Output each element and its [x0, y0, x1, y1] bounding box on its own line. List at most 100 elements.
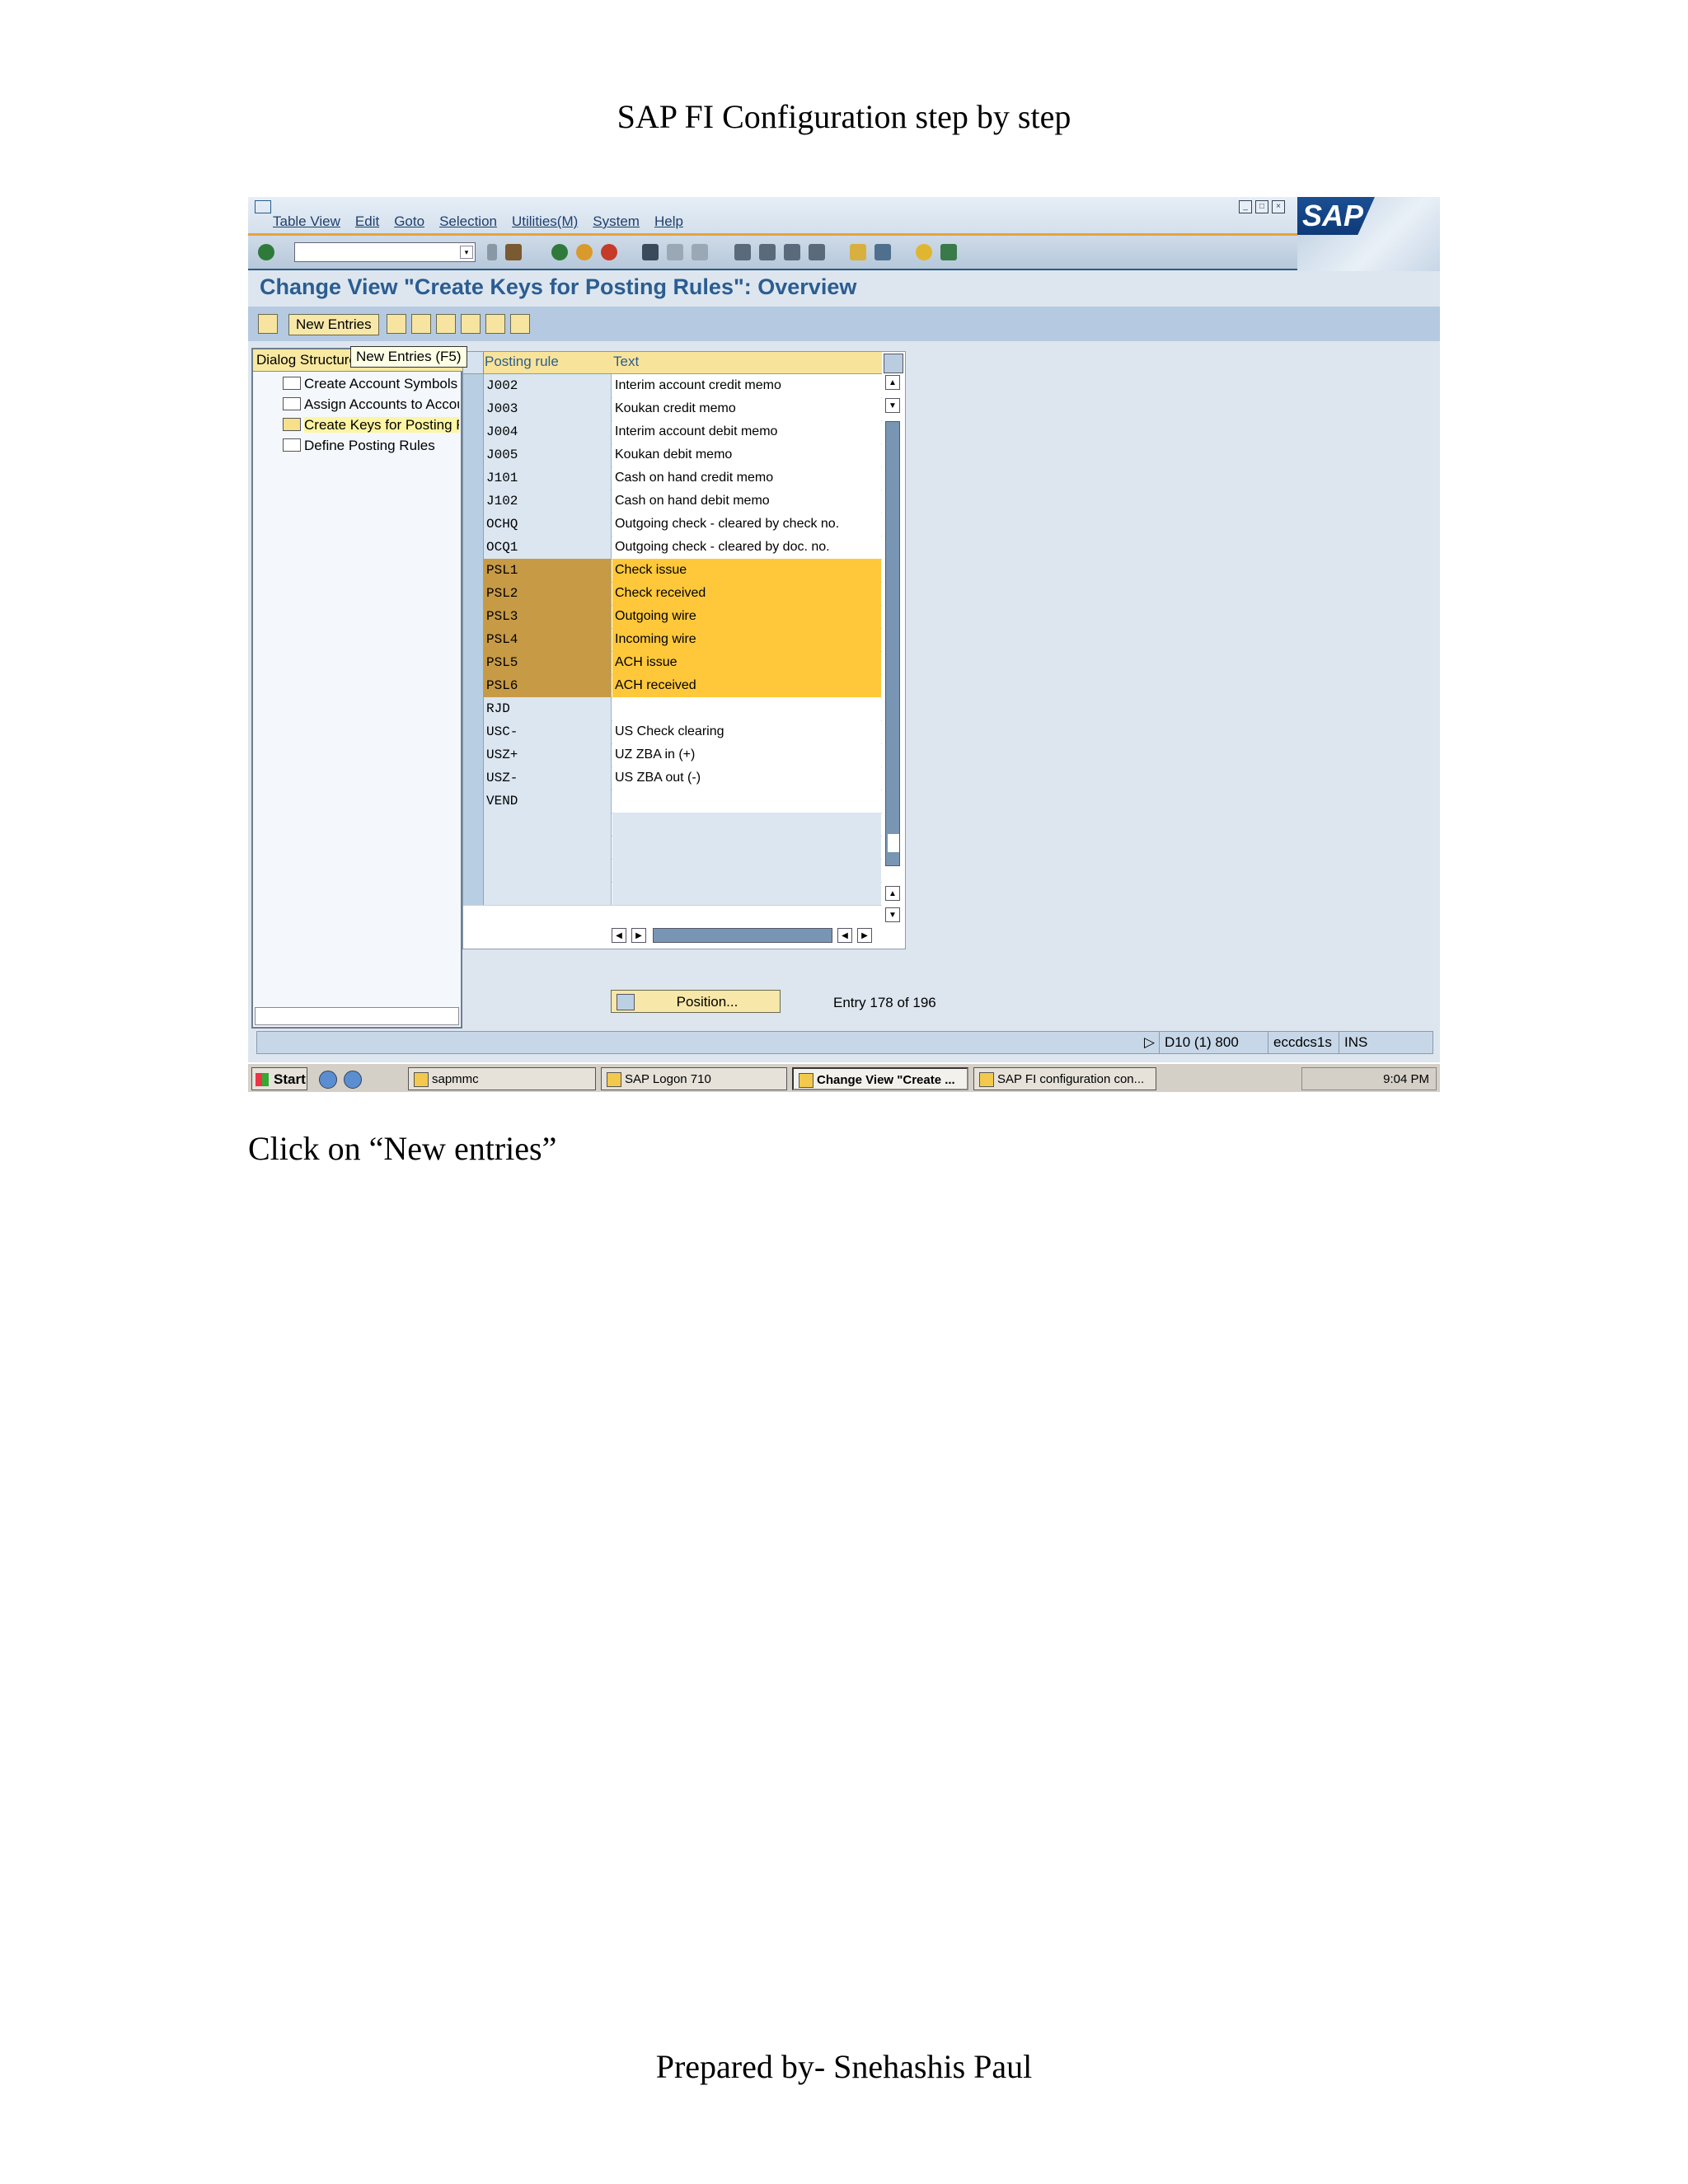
empty-table-row[interactable] [463, 836, 882, 860]
tree-item[interactable]: Create Keys for Posting Rules [283, 417, 459, 434]
undo-change-icon[interactable] [436, 314, 456, 334]
table-row[interactable]: J003 Koukan credit memo [463, 397, 882, 421]
row-selector[interactable] [463, 443, 484, 466]
cell-text[interactable]: Check issue [612, 559, 881, 582]
cell-posting-rule[interactable]: PSL4 [484, 628, 612, 651]
new-entries-button[interactable]: New Entries [288, 314, 379, 335]
scroll-left-end-icon[interactable]: ◀ [837, 928, 852, 943]
scroll-up-icon[interactable]: ▲ [885, 375, 900, 390]
cell-text[interactable]: US ZBA out (-) [612, 766, 881, 790]
next-page-icon[interactable] [784, 244, 800, 260]
exit-icon[interactable] [576, 244, 593, 260]
select-block-icon[interactable] [485, 314, 505, 334]
cell-text[interactable]: Cash on hand debit memo [612, 490, 881, 513]
menu-item-table-view[interactable]: Table View [273, 213, 340, 230]
row-selector[interactable] [463, 859, 484, 882]
previous-page-icon[interactable] [759, 244, 776, 260]
scroll-down-icon[interactable]: ▼ [885, 907, 900, 922]
position-button[interactable]: Position... [611, 990, 781, 1013]
cell-posting-rule[interactable]: PSL1 [484, 559, 612, 582]
cell-posting-rule[interactable]: USZ+ [484, 743, 612, 766]
find-next-icon[interactable] [692, 244, 708, 260]
taskbar-task[interactable]: SAP FI configuration con... [973, 1067, 1156, 1090]
table-row[interactable]: PSL5 ACH issue [463, 651, 882, 675]
cell-text[interactable]: Outgoing check - cleared by doc. no. [612, 536, 881, 559]
row-selector[interactable] [463, 651, 484, 674]
show-desktop-icon[interactable] [319, 1071, 337, 1089]
menu-item-system[interactable]: System [593, 213, 640, 230]
scroll-right-end-icon[interactable]: ▶ [857, 928, 872, 943]
table-row[interactable]: USZ+ UZ ZBA in (+) [463, 743, 882, 767]
back-arrow-icon[interactable] [487, 244, 497, 260]
row-selector[interactable] [463, 513, 484, 536]
scroll-left-icon[interactable]: ◀ [612, 928, 626, 943]
cell-posting-rule[interactable]: USZ- [484, 766, 612, 790]
status-expand-icon[interactable]: ▷ [1139, 1032, 1160, 1053]
internet-explorer-icon[interactable] [344, 1071, 362, 1089]
cell-posting-rule[interactable]: J005 [484, 443, 612, 466]
row-selector[interactable] [463, 628, 484, 651]
cell-text[interactable]: Outgoing wire [612, 605, 881, 628]
menu-item-selection[interactable]: Selection [439, 213, 497, 230]
save-icon[interactable] [505, 244, 522, 260]
cell-text[interactable]: Incoming wire [612, 628, 881, 651]
cell-posting-rule[interactable]: PSL6 [484, 674, 612, 697]
row-selector[interactable] [463, 720, 484, 743]
cell-text[interactable] [612, 813, 881, 836]
find-icon[interactable] [667, 244, 683, 260]
table-vertical-scrollbar[interactable]: ▲ ▼ ▲ ▼ [884, 375, 902, 922]
menu-item-help[interactable]: Help [654, 213, 683, 230]
table-row[interactable]: J005 Koukan debit memo [463, 443, 882, 467]
table-row[interactable]: PSL6 ACH received [463, 674, 882, 698]
cell-text[interactable]: Interim account debit memo [612, 420, 881, 443]
command-field[interactable]: ▾ [294, 242, 476, 262]
scroll-thumb[interactable] [888, 834, 899, 852]
scroll-track[interactable] [885, 421, 900, 866]
cell-posting-rule[interactable]: RJD [484, 697, 612, 720]
taskbar-task[interactable]: sapmmc [408, 1067, 596, 1090]
table-row[interactable]: VEND [463, 790, 882, 813]
row-selector[interactable] [463, 605, 484, 628]
cell-text[interactable]: Koukan debit memo [612, 443, 881, 466]
cell-text[interactable]: UZ ZBA in (+) [612, 743, 881, 766]
row-selector[interactable] [463, 490, 484, 513]
column-header-text[interactable]: Text [613, 354, 639, 370]
cell-text[interactable]: Interim account credit memo [612, 374, 881, 397]
minimize-icon[interactable]: _ [1239, 200, 1252, 213]
cell-text[interactable] [612, 697, 881, 720]
taskbar-task[interactable]: SAP Logon 710 [601, 1067, 787, 1090]
dialog-horizontal-scrollbar[interactable] [255, 1007, 459, 1025]
tree-item[interactable]: Define Posting Rules [283, 438, 459, 454]
scroll-right-page-icon[interactable]: ▶ [631, 928, 646, 943]
restore-icon[interactable]: □ [1255, 200, 1268, 213]
cell-text[interactable]: Check received [612, 582, 881, 605]
empty-table-row[interactable] [463, 859, 882, 883]
cell-posting-rule[interactable]: J101 [484, 466, 612, 490]
display-change-icon[interactable] [258, 314, 278, 334]
table-settings-icon[interactable] [884, 354, 903, 373]
row-selector[interactable] [463, 536, 484, 559]
cell-posting-rule[interactable] [484, 813, 612, 836]
row-selector[interactable] [463, 836, 484, 859]
cell-posting-rule[interactable] [484, 859, 612, 882]
table-row[interactable]: J004 Interim account debit memo [463, 420, 882, 444]
close-icon[interactable]: × [1272, 200, 1285, 213]
cell-posting-rule[interactable]: J102 [484, 490, 612, 513]
horizontal-scroll-track[interactable] [653, 928, 832, 943]
cell-posting-rule[interactable]: J003 [484, 397, 612, 420]
cell-posting-rule[interactable]: OCQ1 [484, 536, 612, 559]
help-icon[interactable] [916, 244, 932, 260]
cell-posting-rule[interactable]: PSL3 [484, 605, 612, 628]
print-icon[interactable] [642, 244, 659, 260]
table-row[interactable]: J101 Cash on hand credit memo [463, 466, 882, 490]
cell-text[interactable] [612, 836, 881, 859]
cell-posting-rule[interactable]: PSL2 [484, 582, 612, 605]
back-icon[interactable] [551, 244, 568, 260]
empty-table-row[interactable] [463, 813, 882, 837]
row-selector[interactable] [463, 466, 484, 490]
row-selector[interactable] [463, 790, 484, 813]
start-button[interactable]: Start [251, 1067, 307, 1090]
cell-text[interactable]: Cash on hand credit memo [612, 466, 881, 490]
menu-item-goto[interactable]: Goto [394, 213, 424, 230]
menu-item-edit[interactable]: Edit [355, 213, 379, 230]
